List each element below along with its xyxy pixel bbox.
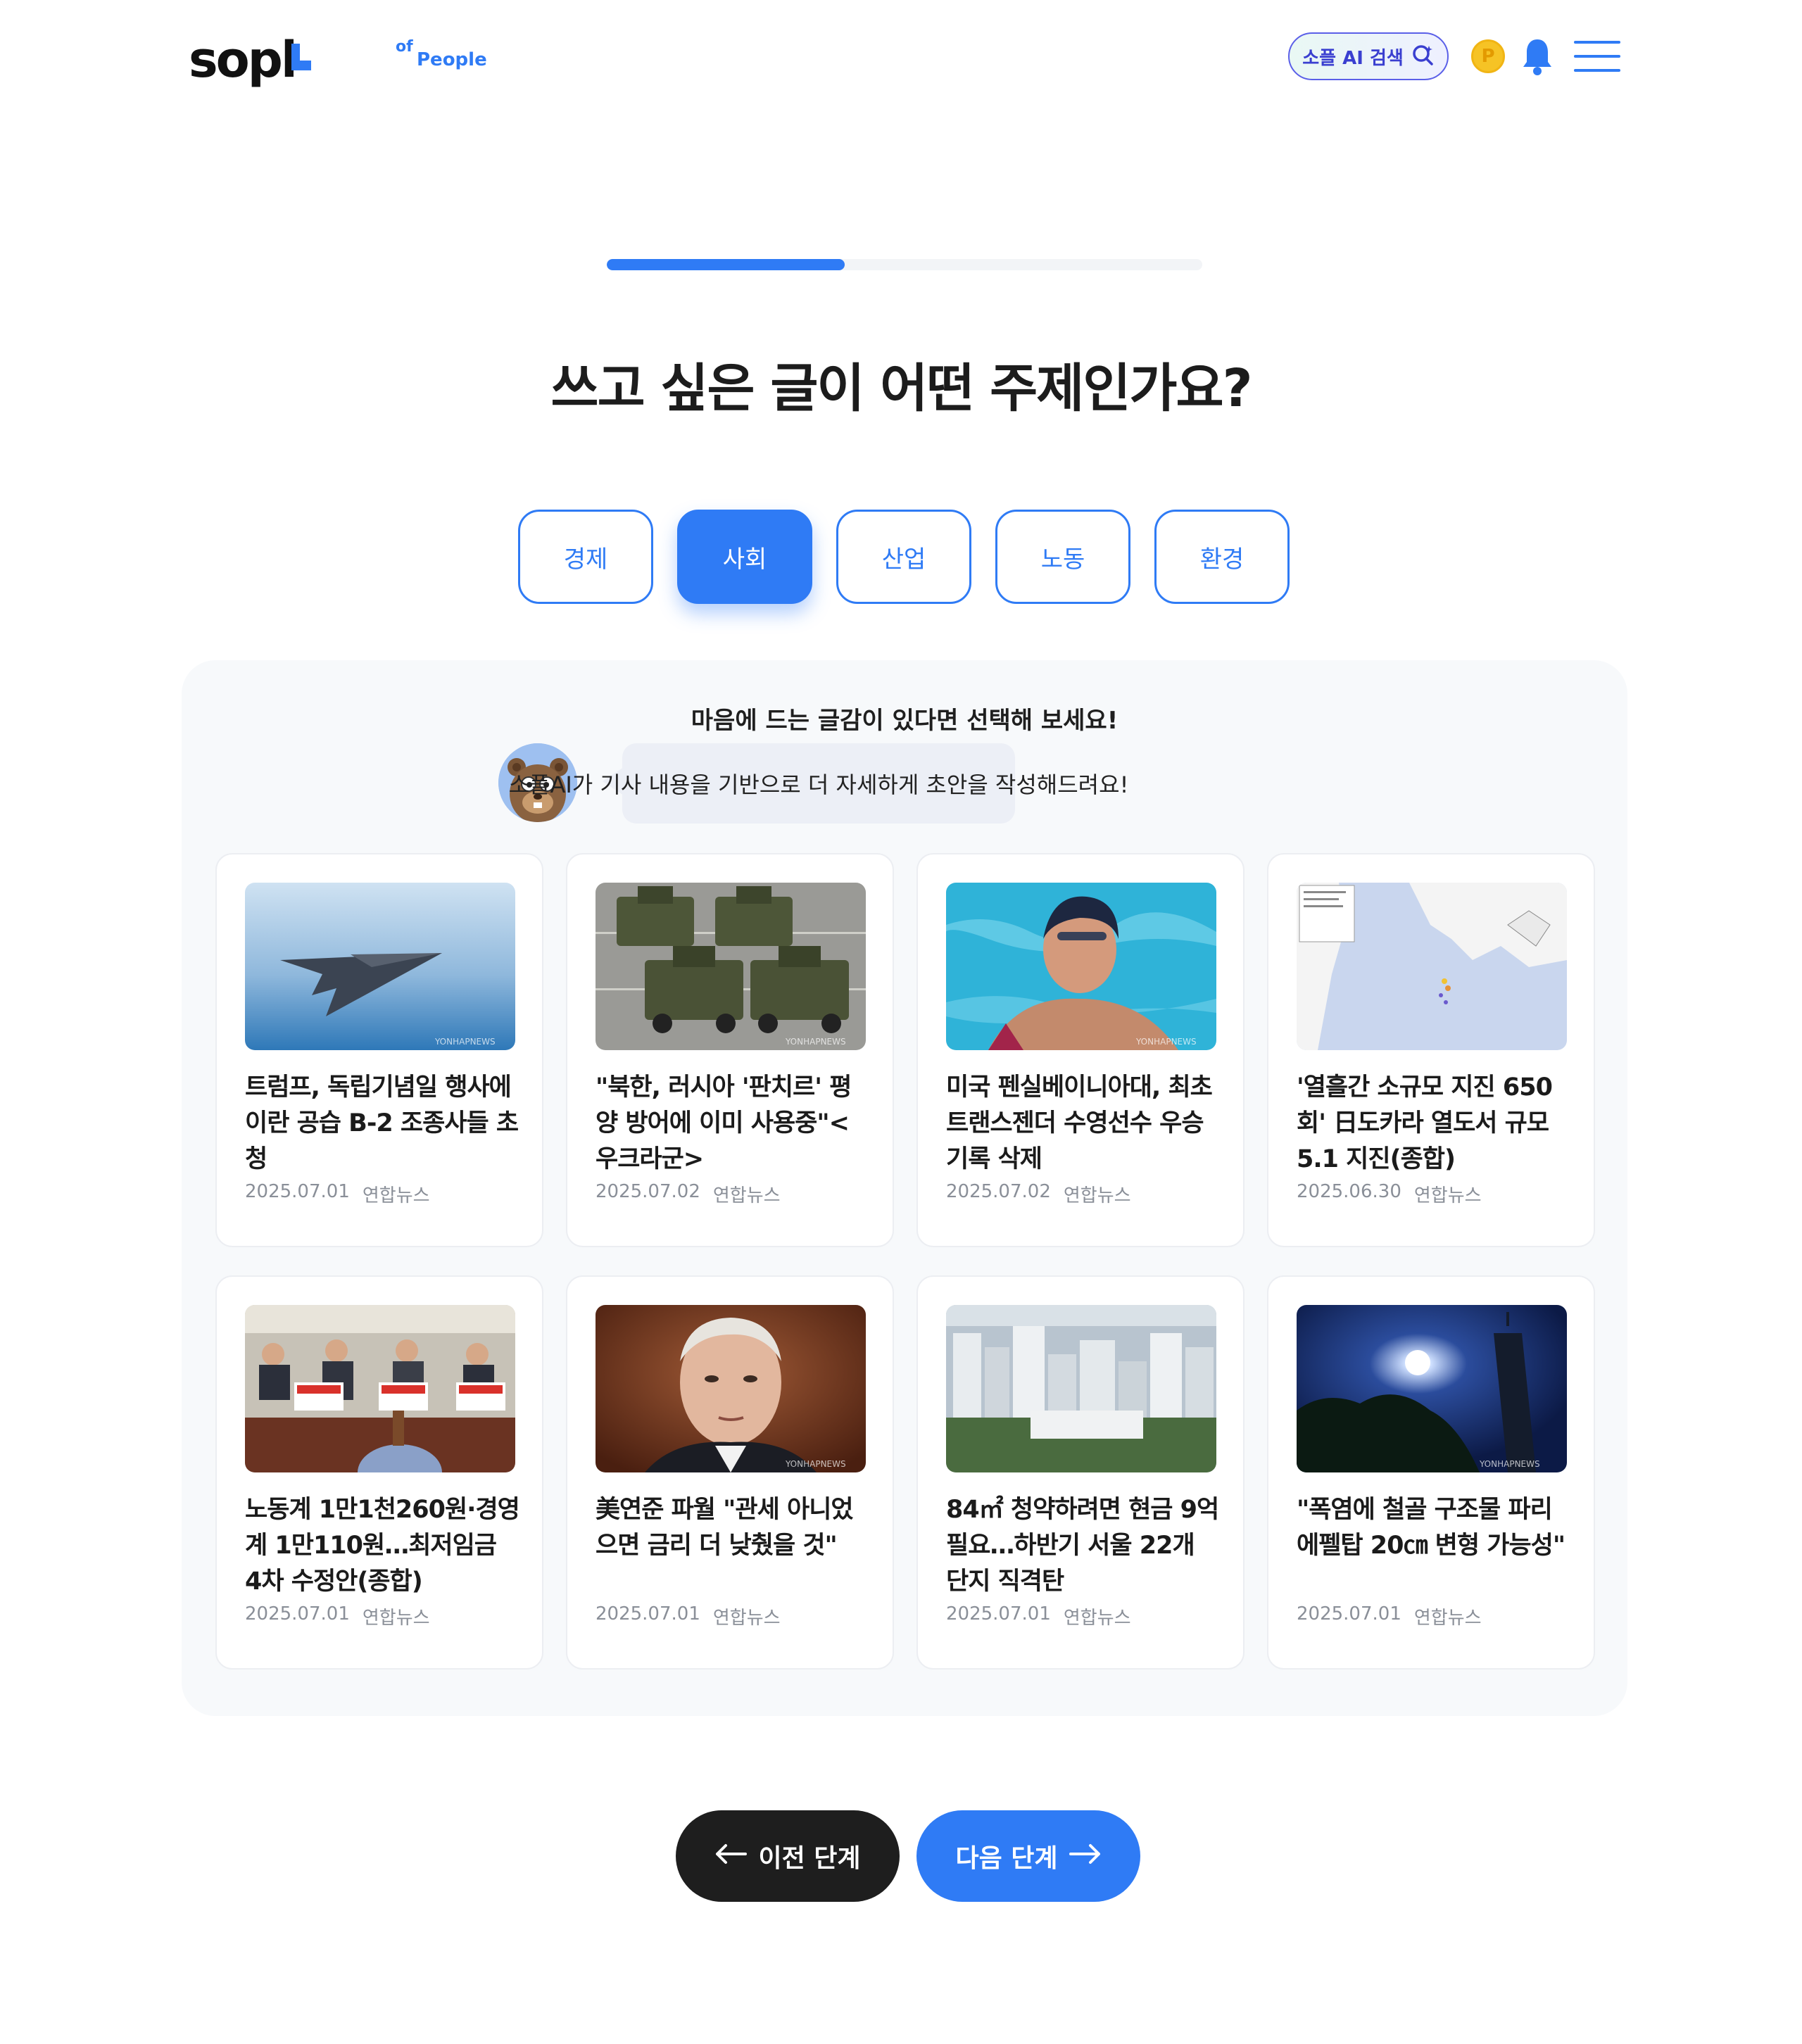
speech-bubble: 소플AI가 기사 내용을 기반으로 더 자세하게 초안을 작성해드려요! <box>509 743 1128 824</box>
article-title: 미국 펜실베이니아대, 최초 트랜스젠더 수영선수 우승 기록 삭제 <box>946 1073 1213 1173</box>
panel-title: 마음에 드는 글감이 있다면 선택해 보세요! <box>691 707 1119 735</box>
article-grid: YONHAPNEWS 트럼프, 독립기념일 행사에 이란 공습 B-2 조종사들… <box>215 853 1595 1670</box>
article-meta: 2025.07.01 연합뉴스 <box>596 1603 781 1629</box>
thumb-watermark: YONHAPNEWS <box>434 1037 496 1047</box>
tagline-people: People <box>417 49 487 70</box>
arrow-right-icon <box>1069 1842 1102 1871</box>
article-thumbnail-military-vehicles: YONHAPNEWS <box>596 883 866 1050</box>
article-thumbnail-earthquake-map <box>1297 883 1567 1050</box>
article-date: 2025.07.02 <box>596 1181 700 1202</box>
article-source: 연합뉴스 <box>1063 1185 1131 1206</box>
article-suggestion-panel: 마음에 드는 글감이 있다면 선택해 보세요! 소플AI가 기사 내용을 기반으… <box>182 660 1627 1716</box>
article-date: 2025.07.01 <box>1297 1603 1401 1625</box>
page-title: 쓰고 싶은 글이 어떤 주제인가요? <box>550 358 1252 419</box>
article-title: 노동계 1만1천260원·경영계 1만110원…최저임금 4차 수정안(종합) <box>245 1496 520 1596</box>
article-meta: 2025.07.01 연합뉴스 <box>946 1603 1131 1629</box>
arrow-left-icon <box>714 1842 748 1871</box>
article-card[interactable]: YONHAPNEWS 美연준 파월 "관세 아니었으면 금리 더 낮췄을 것" … <box>566 1275 894 1670</box>
logo-text: sopl <box>189 31 298 89</box>
article-meta: 2025.07.02 연합뉴스 <box>946 1181 1131 1207</box>
topic-button-labor[interactable]: 노동 <box>995 510 1130 604</box>
prev-step-label: 이전 단계 <box>758 1844 861 1873</box>
article-card[interactable]: 노동계 1만1천260원·경영계 1만110원…최저임금 4차 수정안(종합) … <box>215 1275 543 1670</box>
thumb-watermark: YONHAPNEWS <box>1135 1037 1197 1047</box>
article-card[interactable]: YONHAPNEWS "북한, 러시아 '판치르' 평양 방어에 이미 사용중"… <box>566 853 894 1247</box>
ai-search-label: 소플 AI 검색 <box>1302 47 1404 69</box>
progress-fill <box>607 259 845 270</box>
coin-label: P <box>1481 46 1495 67</box>
next-step-button[interactable]: 다음 단계 <box>916 1810 1140 1902</box>
prev-step-button[interactable]: 이전 단계 <box>676 1810 900 1902</box>
article-thumbnail-eiffel-sun: YONHAPNEWS <box>1297 1305 1567 1472</box>
article-meta: 2025.07.01 연합뉴스 <box>245 1181 430 1207</box>
article-meta: 2025.07.02 연합뉴스 <box>596 1181 781 1207</box>
hamburger-menu-icon[interactable] <box>1574 41 1620 72</box>
article-card[interactable]: 84㎡ 청약하려면 현금 9억 필요…하반기 서울 22개 단지 직격탄 202… <box>916 1275 1245 1670</box>
article-title: "폭염에 철골 구조물 파리 에펠탑 20㎝ 변형 가능성" <box>1297 1496 1565 1560</box>
topic-button-environment[interactable]: 환경 <box>1154 510 1290 604</box>
article-thumbnail-portrait: YONHAPNEWS <box>596 1305 866 1472</box>
topic-button-economy[interactable]: 경제 <box>518 510 653 604</box>
article-card[interactable]: YONHAPNEWS 미국 펜실베이니아대, 최초 트랜스젠더 수영선수 우승 … <box>916 853 1245 1247</box>
article-card[interactable]: YONHAPNEWS "폭염에 철골 구조물 파리 에펠탑 20㎝ 변형 가능성… <box>1267 1275 1595 1670</box>
article-date: 2025.07.01 <box>245 1603 350 1625</box>
article-title: 84㎡ 청약하려면 현금 9억 필요…하반기 서울 22개 단지 직격탄 <box>946 1496 1219 1596</box>
article-thumbnail-swimmer: YONHAPNEWS <box>946 883 1216 1050</box>
topic-button-society[interactable]: 사회 <box>677 510 812 604</box>
article-card[interactable]: '열흘간 소규모 지진 650회' 日도카라 열도서 규모 5.1 지진(종합)… <box>1267 853 1595 1247</box>
ai-search-button[interactable]: 소플 AI 검색 <box>1288 32 1449 80</box>
article-source: 연합뉴스 <box>712 1185 781 1206</box>
topic-selector: 경제 사회 산업 노동 환경 <box>518 510 1290 604</box>
article-title: "북한, 러시아 '판치르' 평양 방어에 이미 사용중"<우크라군> <box>596 1073 852 1173</box>
bell-icon[interactable] <box>1520 37 1554 76</box>
point-coin-icon[interactable]: P <box>1471 39 1505 73</box>
article-date: 2025.07.01 <box>245 1181 350 1202</box>
next-step-label: 다음 단계 <box>955 1844 1058 1873</box>
article-date: 2025.06.30 <box>1297 1181 1401 1202</box>
article-card[interactable]: YONHAPNEWS 트럼프, 독립기념일 행사에 이란 공습 B-2 조종사들… <box>215 853 543 1247</box>
article-title: 트럼프, 독립기념일 행사에 이란 공습 B-2 조종사들 초청 <box>245 1073 519 1173</box>
thumb-watermark: YONHAPNEWS <box>785 1459 846 1469</box>
article-source: 연합뉴스 <box>362 1185 430 1206</box>
article-meta: 2025.07.01 연합뉴스 <box>1297 1603 1482 1629</box>
article-source: 연합뉴스 <box>1413 1185 1482 1206</box>
article-source: 연합뉴스 <box>1413 1608 1482 1629</box>
article-date: 2025.07.01 <box>946 1603 1051 1625</box>
article-title: 美연준 파월 "관세 아니었으면 금리 더 낮췄을 것" <box>596 1496 854 1560</box>
article-meta: 2025.07.01 연합뉴스 <box>245 1603 430 1629</box>
tagline-of: of <box>396 38 413 56</box>
article-source: 연합뉴스 <box>712 1608 781 1629</box>
article-thumbnail-stealth-bomber: YONHAPNEWS <box>245 883 515 1050</box>
thumb-watermark: YONHAPNEWS <box>785 1037 846 1047</box>
article-date: 2025.07.02 <box>946 1181 1051 1202</box>
ai-search-icon <box>1411 43 1435 70</box>
article-thumbnail-meeting <box>245 1305 515 1472</box>
article-source: 연합뉴스 <box>362 1608 430 1629</box>
logo[interactable]: sopl <box>189 21 311 89</box>
article-source: 연합뉴스 <box>1063 1608 1131 1629</box>
header: sopl of People 소플 AI 검색 P <box>0 0 1802 113</box>
article-thumbnail-city-apartments <box>946 1305 1216 1472</box>
topic-button-industry[interactable]: 산업 <box>836 510 971 604</box>
article-title: '열흘간 소규모 지진 650회' 日도카라 열도서 규모 5.1 지진(종합) <box>1297 1073 1553 1173</box>
progress-bar <box>607 259 1202 270</box>
article-date: 2025.07.01 <box>596 1603 700 1625</box>
thumb-watermark: YONHAPNEWS <box>1479 1459 1540 1469</box>
article-meta: 2025.06.30 연합뉴스 <box>1297 1181 1482 1207</box>
